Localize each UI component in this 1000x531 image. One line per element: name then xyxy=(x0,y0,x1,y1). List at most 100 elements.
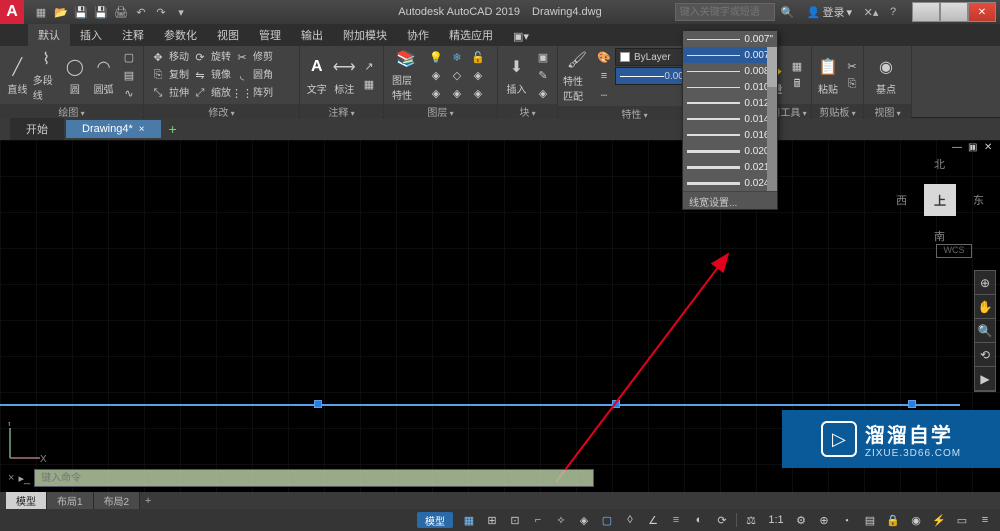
lineweight-item[interactable]: 0.016" xyxy=(683,127,777,143)
hatch-button[interactable]: ▤ xyxy=(119,66,139,84)
tab-view[interactable]: 视图 xyxy=(207,24,249,46)
lineweight-item[interactable]: 0.014" xyxy=(683,111,777,127)
showmotion-icon[interactable]: ▶ xyxy=(975,367,995,391)
stretch-button[interactable]: ⤡ xyxy=(148,84,168,102)
grid-toggle-icon[interactable]: ▦ xyxy=(458,511,480,529)
scale-label[interactable]: 1:1 xyxy=(763,511,789,529)
edit-attr-button[interactable]: ◈ xyxy=(533,84,553,102)
lineweight-settings-button[interactable]: 线宽设置... xyxy=(683,191,777,209)
edit-block-button[interactable]: ✎ xyxy=(533,66,553,84)
base-button[interactable]: ◉基点 xyxy=(868,48,904,102)
move-button[interactable]: ✥ xyxy=(148,48,168,66)
tab-manage[interactable]: 管理 xyxy=(249,24,291,46)
undo-icon[interactable]: ↶ xyxy=(132,3,150,21)
steering-wheel-icon[interactable]: ⊕ xyxy=(975,271,995,295)
tab-insert[interactable]: 插入 xyxy=(70,24,112,46)
layer-lock-icon[interactable]: 🔓 xyxy=(468,48,488,66)
layer-state-button[interactable]: ◈ xyxy=(468,84,488,102)
panel-block-label[interactable]: 块 xyxy=(498,104,557,118)
panel-layers-label[interactable]: 图层 xyxy=(384,104,497,118)
polar-toggle-icon[interactable]: ✧ xyxy=(550,511,572,529)
search-icon[interactable]: 🔍 xyxy=(779,3,797,21)
isolate-icon[interactable]: ◉ xyxy=(905,511,927,529)
plot-icon[interactable]: 🖨 xyxy=(112,3,130,21)
viewcube-south[interactable]: 南 xyxy=(934,228,945,244)
lineweight-item[interactable]: 0.007" xyxy=(683,31,777,47)
linetype-icon[interactable]: ┄ xyxy=(594,86,614,104)
snap-toggle-icon[interactable]: ⊞ xyxy=(481,511,503,529)
lineweight-item[interactable]: 0.012" xyxy=(683,95,777,111)
redo-icon[interactable]: ↷ xyxy=(152,3,170,21)
copy-button[interactable]: ⎘ xyxy=(148,66,168,84)
panel-annotate-label[interactable]: 注释 xyxy=(300,104,383,118)
command-close-icon[interactable]: × xyxy=(8,472,14,484)
insert-block-button[interactable]: ⬇插入 xyxy=(502,48,531,102)
ortho-toggle-icon[interactable]: ⌐ xyxy=(527,511,549,529)
units-icon[interactable]: ・ xyxy=(836,511,858,529)
tab-start[interactable]: 开始 xyxy=(10,118,64,140)
viewcube-top[interactable]: 上 xyxy=(924,184,956,216)
hardware-accel-icon[interactable]: ⚡ xyxy=(928,511,950,529)
match-properties-button[interactable]: 🖌特性匹配 xyxy=(562,49,592,103)
saveas-icon[interactable]: 💾 xyxy=(92,3,110,21)
lwt-toggle-icon[interactable]: ≡ xyxy=(665,511,687,529)
tab-addins[interactable]: 附加模块 xyxy=(333,24,397,46)
annotation-monitor-icon[interactable]: ⊕ xyxy=(813,511,835,529)
dimension-button[interactable]: ⟷标注 xyxy=(332,48,358,102)
mirror-button[interactable]: ⇋ xyxy=(190,66,210,84)
cycling-toggle-icon[interactable]: ⟳ xyxy=(711,511,733,529)
help-icon[interactable]: ? xyxy=(884,3,902,21)
otrack-toggle-icon[interactable]: ∠ xyxy=(642,511,664,529)
tab-featured[interactable]: 精选应用 xyxy=(439,24,503,46)
lineweight-item[interactable]: 0.008" xyxy=(683,63,777,79)
quickprops-icon[interactable]: ▤ xyxy=(859,511,881,529)
table-button[interactable]: ▦ xyxy=(359,75,379,93)
open-icon[interactable]: 📂 xyxy=(52,3,70,21)
copy-clip-button[interactable]: ⎘ xyxy=(842,75,862,93)
quickcalc-button[interactable]: 🖩 xyxy=(787,75,807,93)
lineweight-icon[interactable]: ≡ xyxy=(594,67,614,85)
tab-output[interactable]: 输出 xyxy=(291,24,333,46)
osnap-toggle-icon[interactable]: ▢ xyxy=(596,511,618,529)
close-button[interactable]: ✕ xyxy=(968,2,996,22)
layout-tab-2[interactable]: 布局2 xyxy=(94,492,141,509)
tab-drawing[interactable]: Drawing4*× xyxy=(66,120,161,138)
text-button[interactable]: A文字 xyxy=(304,48,330,102)
color-icon[interactable]: 🎨 xyxy=(594,48,614,66)
layout-tab-1[interactable]: 布局1 xyxy=(47,492,94,509)
panel-draw-label[interactable]: 绘图 xyxy=(0,104,143,118)
save-icon[interactable]: 💾 xyxy=(72,3,90,21)
lineweight-item[interactable]: 0.007" xyxy=(683,47,777,63)
scale-button[interactable]: ⤢ xyxy=(190,84,210,102)
cut-button[interactable]: ✂ xyxy=(842,57,862,75)
layer-prev-button[interactable]: ◈ xyxy=(447,84,467,102)
viewcube-west[interactable]: 西 xyxy=(896,192,907,208)
tab-annotate[interactable]: 注释 xyxy=(112,24,154,46)
trim-button[interactable]: ✂ xyxy=(232,48,252,66)
orbit-icon[interactable]: ⟲ xyxy=(975,343,995,367)
lockui-icon[interactable]: 🔒 xyxy=(882,511,904,529)
canvas[interactable]: 北 南 西 东 上 WCS ⊕ ✋ 🔍 ⟲ ▶ Y X × ▸_ xyxy=(0,140,1000,492)
help-search-input[interactable] xyxy=(675,3,775,21)
layer-make-button[interactable]: ◈ xyxy=(468,66,488,84)
pan-icon[interactable]: ✋ xyxy=(975,295,995,319)
layout-tab-model[interactable]: 模型 xyxy=(6,492,47,509)
tab-default[interactable]: 默认 xyxy=(28,24,70,46)
minimize-button[interactable]: — xyxy=(912,2,940,22)
leader-button[interactable]: ↗ xyxy=(359,57,379,75)
lineweight-scrollbar[interactable] xyxy=(767,47,777,191)
layer-properties-button[interactable]: 📚图层特性 xyxy=(388,48,424,102)
drawing-area[interactable]: — ▣ ✕ 北 南 西 东 上 WCS ⊕ ✋ xyxy=(0,140,1000,492)
command-input[interactable] xyxy=(34,469,594,487)
close-tab-icon[interactable]: × xyxy=(139,124,145,135)
customize-icon[interactable]: ≡ xyxy=(974,511,996,529)
create-block-button[interactable]: ▣ xyxy=(533,48,553,66)
layer-freeze-icon[interactable]: ❄ xyxy=(447,48,467,66)
3dosnap-toggle-icon[interactable]: ◊ xyxy=(619,511,641,529)
cleanscreen-icon[interactable]: ▭ xyxy=(951,511,973,529)
arc-button[interactable]: ◠圆弧 xyxy=(90,48,117,102)
spline-button[interactable]: ∿ xyxy=(119,84,139,102)
lineweight-item[interactable]: 0.020" xyxy=(683,143,777,159)
qat-dropdown-icon[interactable]: ▾ xyxy=(172,3,190,21)
select-all-button[interactable]: ▦ xyxy=(787,57,807,75)
